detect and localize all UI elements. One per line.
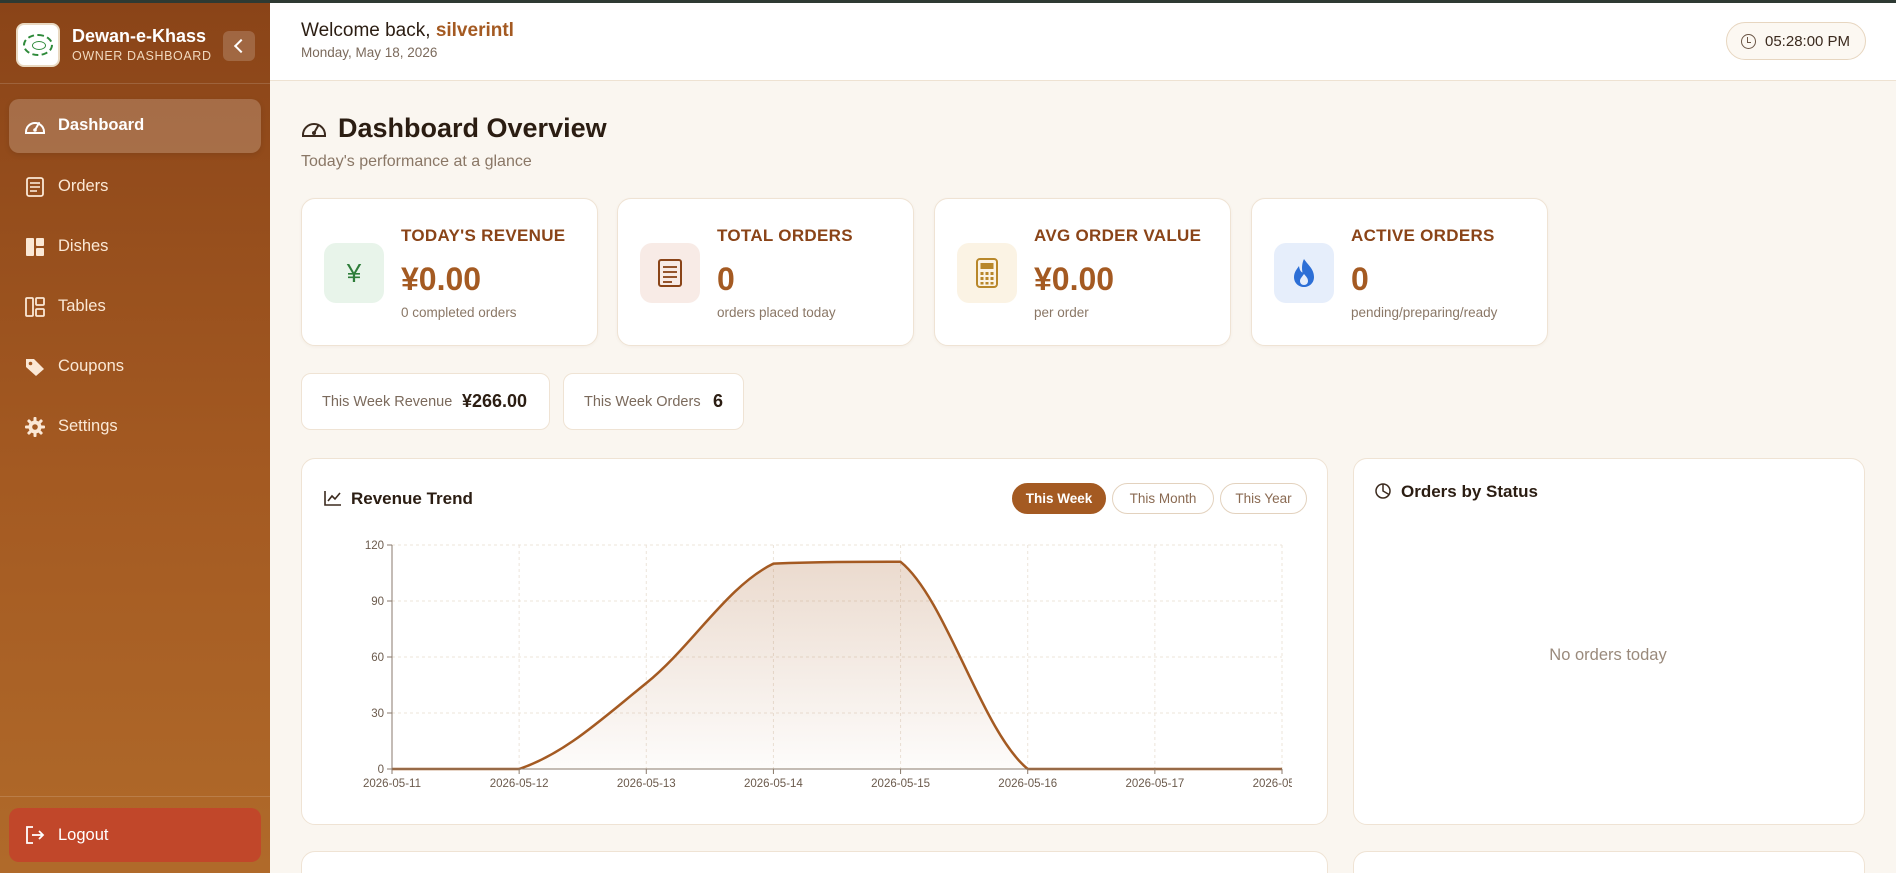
clock-icon bbox=[1741, 34, 1756, 49]
logout-icon bbox=[26, 826, 45, 844]
sidebar-item-dashboard[interactable]: Dashboard bbox=[9, 99, 261, 153]
svg-text:¥: ¥ bbox=[346, 258, 362, 288]
logout-button[interactable]: Logout bbox=[9, 808, 261, 862]
sidebar: Dewan-e-Khass OWNER DASHBOARD Dashboard … bbox=[0, 0, 270, 873]
clock-badge: 05:28:00 PM bbox=[1726, 22, 1866, 60]
x-tick-label: 2026-05-11 bbox=[363, 778, 421, 790]
orders-by-status-title: Orders by Status bbox=[1401, 482, 1538, 501]
y-tick-label: 60 bbox=[371, 652, 384, 664]
y-tick-label: 90 bbox=[371, 596, 384, 608]
x-tick-label: 2026-05-15 bbox=[871, 778, 930, 790]
sidebar-item-label: Dashboard bbox=[58, 116, 145, 134]
card-label: ACTIVE ORDERS bbox=[1351, 226, 1495, 245]
sidebar-item-orders[interactable]: Orders bbox=[9, 160, 261, 214]
brand-subtitle: OWNER DASHBOARD bbox=[72, 49, 212, 63]
stat-card-orders: TOTAL ORDERS 0 orders placed today bbox=[617, 198, 914, 346]
x-tick-label: 2026-05-14 bbox=[744, 778, 803, 790]
username: silverintl bbox=[435, 20, 514, 41]
card-label: TODAY'S REVENUE bbox=[401, 226, 566, 245]
week-orders-label: This Week Orders bbox=[584, 394, 701, 410]
range-this-week-button[interactable]: This Week bbox=[1012, 483, 1106, 514]
revenue-trend-chart: 0 30 60 90 120 2026-05-11 2026-05-12 2026-05-13… bbox=[363, 540, 1292, 790]
no-orders-message: No orders today bbox=[1549, 646, 1667, 664]
brand-name: Dewan-e-Khass bbox=[72, 26, 207, 46]
brand-header: Dewan-e-Khass OWNER DASHBOARD bbox=[0, 0, 270, 84]
card-note: pending/preparing/ready bbox=[1351, 305, 1498, 320]
gauge-icon bbox=[25, 122, 45, 134]
collapse-sidebar-button[interactable] bbox=[223, 31, 255, 61]
welcome-message: Welcome back, silverintl bbox=[301, 20, 514, 42]
orders-by-status-panel bbox=[1353, 458, 1865, 825]
stat-card-avg-order: AVG ORDER VALUE ¥0.00 per order bbox=[934, 198, 1231, 346]
stat-card-revenue: ¥ TODAY'S REVENUE ¥0.00 0 completed orde… bbox=[301, 198, 598, 346]
card-value: ¥0.00 bbox=[401, 261, 482, 297]
page-title: Dashboard Overview bbox=[301, 113, 607, 144]
logout-label: Logout bbox=[58, 826, 109, 844]
brand-logo bbox=[16, 23, 60, 67]
card-note: 0 completed orders bbox=[401, 305, 517, 320]
bottom-panel-left bbox=[301, 851, 1328, 873]
x-tick-label: 2026-05-16 bbox=[998, 778, 1057, 790]
page-title-text: Dashboard Overview bbox=[338, 113, 607, 143]
top-header: Welcome back, silverintl Monday, May 18,… bbox=[270, 0, 1896, 81]
current-date: Monday, May 18, 2026 bbox=[301, 45, 438, 60]
stat-card-active-orders: ACTIVE ORDERS 0 pending/preparing/ready bbox=[1251, 198, 1548, 346]
x-tick-label: 2026-05-13 bbox=[617, 778, 676, 790]
sidebar-item-label: Settings bbox=[58, 417, 118, 435]
card-label: AVG ORDER VALUE bbox=[1034, 226, 1202, 245]
sidebar-item-settings[interactable]: Settings bbox=[9, 400, 261, 454]
sidebar-item-label: Dishes bbox=[58, 237, 109, 255]
clock-time: 05:28:00 PM bbox=[1765, 33, 1851, 50]
sidebar-divider bbox=[0, 796, 270, 797]
card-value: ¥0.00 bbox=[1034, 261, 1115, 297]
bottom-panel-right bbox=[1353, 851, 1865, 873]
welcome-prefix: Welcome back, bbox=[301, 20, 431, 41]
range-this-month-button[interactable]: This Month bbox=[1112, 483, 1214, 514]
x-tick-label: 2026-05-18 bbox=[1253, 778, 1292, 790]
x-tick-label: 2026-05-12 bbox=[490, 778, 549, 790]
receipt-icon bbox=[26, 177, 44, 197]
pie-chart-icon bbox=[1375, 483, 1391, 499]
card-note: orders placed today bbox=[717, 305, 836, 320]
revenue-trend-title: Revenue Trend bbox=[351, 489, 473, 508]
page-subtitle: Today's performance at a glance bbox=[301, 153, 532, 170]
y-tick-label: 0 bbox=[378, 764, 384, 776]
y-tick-label: 30 bbox=[371, 708, 384, 720]
sidebar-item-dishes[interactable]: Dishes bbox=[9, 220, 261, 274]
line-chart-icon bbox=[324, 491, 341, 506]
calculator-icon bbox=[957, 243, 1017, 303]
week-orders-value: 6 bbox=[713, 391, 724, 411]
yen-icon: ¥ bbox=[324, 243, 384, 303]
grid-icon bbox=[26, 238, 44, 256]
card-value: 0 bbox=[717, 261, 735, 297]
week-revenue-value: ¥266.00 bbox=[462, 391, 528, 411]
receipt-icon bbox=[640, 243, 700, 303]
week-revenue-summary: This Week Revenue ¥266.00 bbox=[301, 373, 550, 430]
gear-icon bbox=[25, 417, 45, 437]
sidebar-item-label: Orders bbox=[58, 177, 109, 195]
week-orders-summary: This Week Orders 6 bbox=[563, 373, 744, 430]
week-revenue-label: This Week Revenue bbox=[322, 394, 453, 410]
x-tick-label: 2026-05-17 bbox=[1125, 778, 1184, 790]
card-value: 0 bbox=[1351, 261, 1369, 297]
sidebar-item-coupons[interactable]: Coupons bbox=[9, 340, 261, 394]
sidebar-item-tables[interactable]: Tables bbox=[9, 280, 261, 334]
gauge-icon bbox=[302, 123, 326, 137]
flame-icon bbox=[1274, 243, 1334, 303]
y-tick-label: 120 bbox=[365, 540, 384, 552]
card-note: per order bbox=[1034, 305, 1089, 320]
sidebar-item-label: Coupons bbox=[58, 357, 125, 375]
sidebar-item-label: Tables bbox=[58, 297, 106, 315]
revenue-area bbox=[392, 561, 1282, 769]
tag-icon bbox=[26, 359, 44, 376]
range-this-year-button[interactable]: This Year bbox=[1220, 483, 1307, 514]
table-layout-icon bbox=[25, 297, 45, 317]
card-label: TOTAL ORDERS bbox=[717, 226, 853, 245]
